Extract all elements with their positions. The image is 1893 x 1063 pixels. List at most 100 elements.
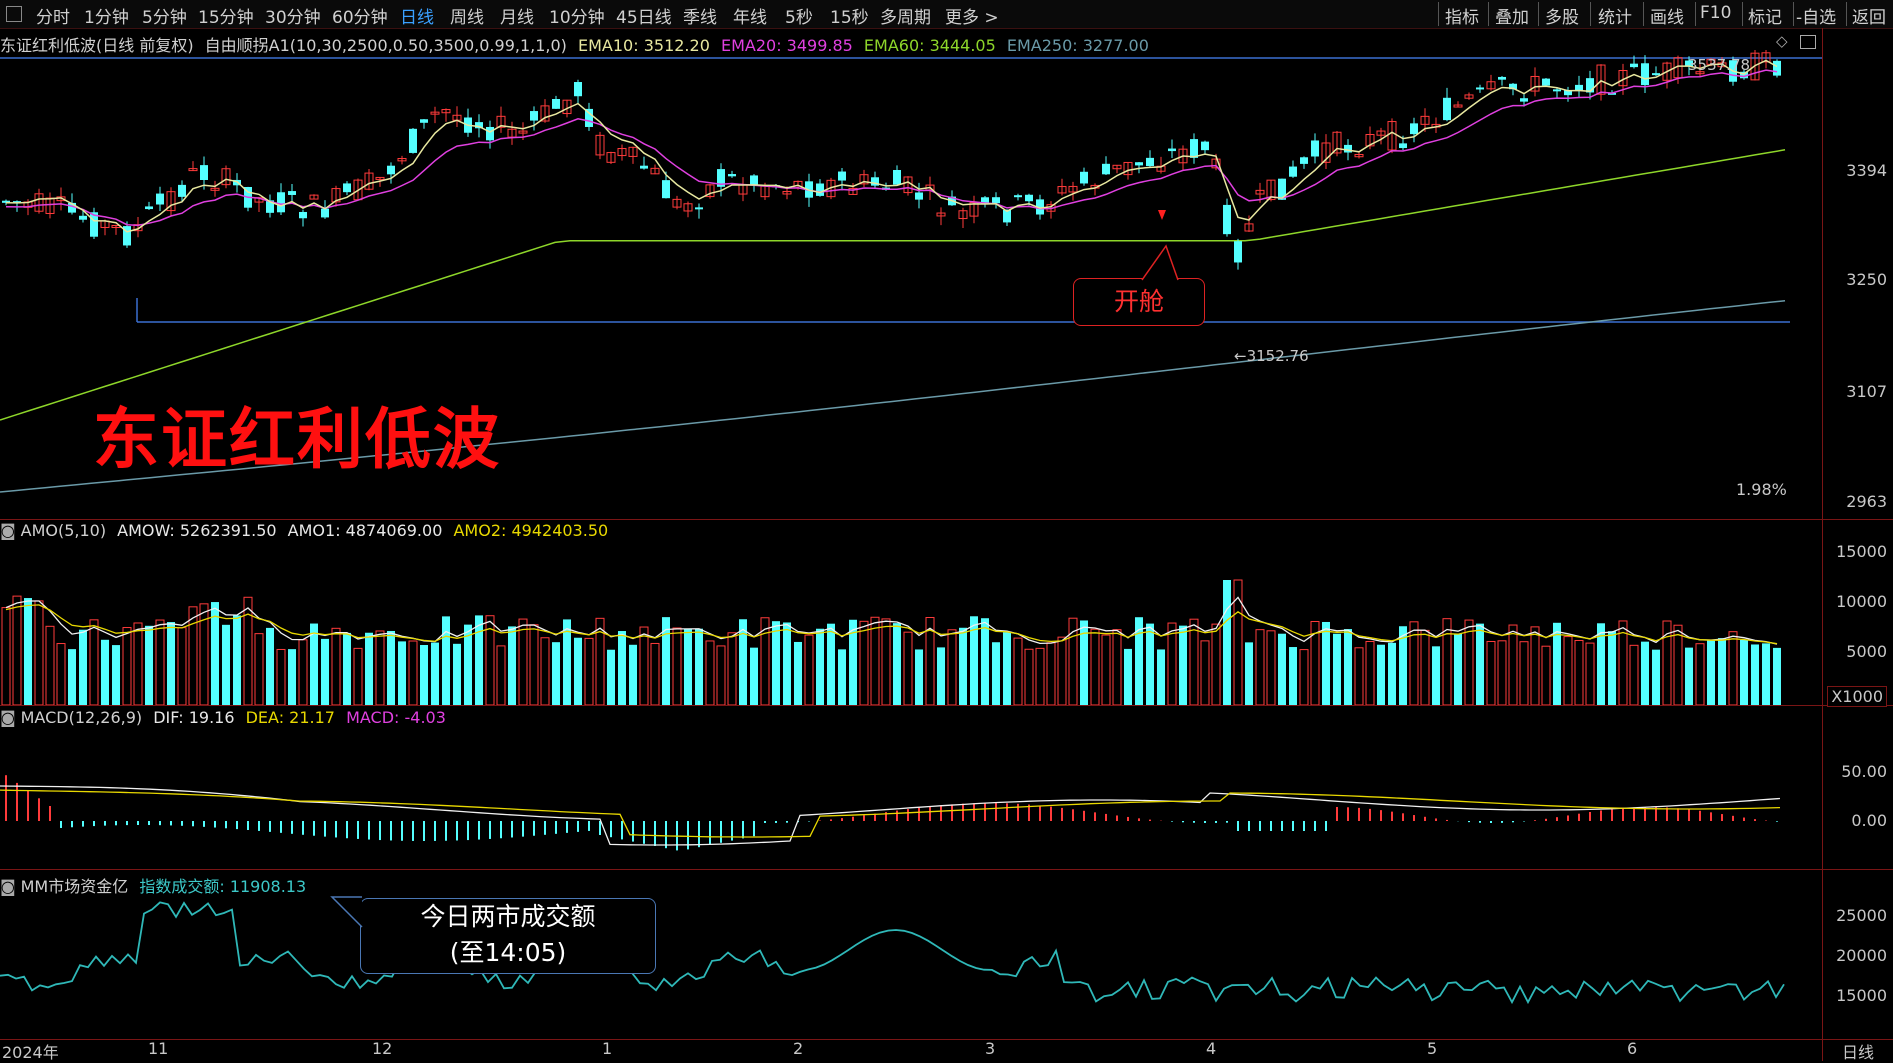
- candle-down: [1641, 63, 1649, 86]
- volume-bar-up: [1354, 647, 1364, 705]
- volume-bar-down: [442, 616, 450, 705]
- macd-chart[interactable]: [0, 726, 1822, 869]
- tool-multi-stock[interactable]: 多股: [1545, 3, 1579, 28]
- macd-title[interactable]: MACD(12,26,9): [21, 708, 143, 727]
- tab-30min[interactable]: 30分钟: [265, 3, 321, 28]
- dif-line: [0, 785, 1781, 846]
- tool-back[interactable]: 返回: [1852, 3, 1886, 28]
- tool-stats[interactable]: 统计: [1598, 3, 1632, 28]
- menu-icon[interactable]: [6, 6, 22, 22]
- volume-bar-down: [1608, 631, 1616, 705]
- separator: [1742, 2, 1743, 26]
- right-axis-border: [1822, 28, 1823, 1061]
- tab-1min[interactable]: 1分钟: [84, 3, 129, 28]
- pane-separator-macd: [0, 705, 1893, 706]
- macd-legend: ◙ MACD(12,26,9) DIF: 19.16 DEA: 21.17 MA…: [0, 708, 446, 727]
- y-tick-3107: 3107: [1846, 382, 1887, 401]
- turnover-callout-line2: (至14:05): [449, 938, 567, 967]
- tab-10min[interactable]: 10分钟: [549, 3, 605, 28]
- turnover-line: [0, 901, 1785, 1005]
- candle-down: [816, 183, 824, 196]
- tool-mark[interactable]: 标记: [1748, 3, 1782, 28]
- volume-bar-up: [1695, 643, 1705, 705]
- volume-bar-up: [12, 595, 22, 705]
- volume-bar-up: [1200, 640, 1210, 705]
- volume-bar-down: [387, 630, 395, 705]
- volume-bar-down: [772, 621, 780, 705]
- candle-down: [1476, 87, 1484, 90]
- volume-bar-down: [1432, 646, 1440, 705]
- amo-tick-10000: 10000: [1836, 592, 1887, 611]
- pane-separator-amo: [0, 519, 1893, 520]
- tab-daily[interactable]: 日线: [400, 3, 434, 28]
- tab-15sec[interactable]: 15秒: [830, 3, 869, 28]
- tab-60min[interactable]: 60分钟: [332, 3, 388, 28]
- turnover-callout: 今日两市成交额 (至14:05): [360, 898, 656, 974]
- volume-bar-down: [1652, 649, 1660, 705]
- diamond-icon[interactable]: ◇: [1776, 32, 1788, 50]
- volume-bar-down: [365, 632, 373, 705]
- volume-bar-up: [804, 634, 814, 705]
- volume-bar-up: [1101, 634, 1111, 705]
- amo-title[interactable]: AMO(5,10): [21, 521, 106, 540]
- volume-bar-down: [827, 623, 835, 705]
- ema60-line: [0, 149, 1786, 421]
- tab-more[interactable]: 更多 >: [945, 3, 999, 28]
- collapse-icon[interactable]: ◙: [0, 521, 16, 540]
- volume-bar-up: [1233, 579, 1243, 705]
- tab-5sec[interactable]: 5秒: [785, 3, 813, 28]
- tab-monthly[interactable]: 月线: [500, 3, 534, 28]
- candle-down: [200, 165, 208, 180]
- pct-label: 1.98%: [1736, 480, 1787, 499]
- candle-down: [1630, 63, 1638, 68]
- volume-bar-down: [684, 628, 692, 705]
- volume-bar-up: [672, 627, 682, 705]
- period-label[interactable]: 日线: [1842, 1039, 1874, 1063]
- candle-down: [552, 99, 560, 109]
- separator: [1438, 2, 1439, 26]
- turnover-chart[interactable]: [0, 890, 1822, 1039]
- tool-f10[interactable]: F10: [1700, 3, 1731, 23]
- volume-bar-down: [1245, 642, 1253, 705]
- volume-bar-down: [233, 615, 241, 705]
- candle-down: [1146, 157, 1154, 167]
- x-label-3: 3: [985, 1039, 996, 1058]
- tab-5min[interactable]: 5分钟: [142, 3, 187, 28]
- volume-bar-down: [1179, 625, 1187, 705]
- amo-unit: X1000: [1827, 686, 1887, 707]
- candle-down: [1014, 195, 1022, 198]
- candle-down: [1773, 60, 1781, 76]
- turnover-callout-line1: 今日两市成交额: [420, 902, 596, 931]
- volume-chart[interactable]: [0, 540, 1822, 705]
- volume-bar-down: [1333, 633, 1341, 705]
- tab-45day[interactable]: 45日线: [616, 3, 672, 28]
- entry-arrow-icon: [1158, 210, 1166, 220]
- y-tick-3394: 3394: [1846, 161, 1887, 180]
- collapse-icon[interactable]: ◙: [0, 708, 16, 727]
- tab-weekly[interactable]: 周线: [450, 3, 484, 28]
- tool-watchlist[interactable]: -自选: [1796, 3, 1836, 28]
- entry-callout: 开舱: [1073, 278, 1205, 326]
- panel-toggle-icon[interactable]: [1800, 35, 1816, 49]
- volume-bar-up: [177, 627, 187, 705]
- amo2-value: AMO2: 4942403.50: [453, 521, 609, 540]
- volume-bar-down: [475, 615, 483, 705]
- tab-multi-period[interactable]: 多周期: [880, 3, 931, 28]
- dif-value: DIF: 19.16: [153, 708, 235, 727]
- mm-tick-20000: 20000: [1836, 946, 1887, 965]
- candle-down: [1410, 123, 1418, 135]
- index-watermark: 东证红利低波: [93, 401, 501, 478]
- low-price-value: 3152.76: [1246, 347, 1309, 365]
- volume-bar-down: [101, 639, 109, 705]
- tab-yearly[interactable]: 年线: [733, 3, 767, 28]
- tool-indicator[interactable]: 指标: [1445, 3, 1479, 28]
- volume-bar-down: [607, 649, 615, 705]
- tool-overlay[interactable]: 叠加: [1495, 3, 1529, 28]
- tab-15min[interactable]: 15分钟: [198, 3, 254, 28]
- tab-quarterly[interactable]: 季线: [683, 3, 717, 28]
- tool-draw[interactable]: 画线: [1650, 3, 1684, 28]
- volume-bar-up: [1, 607, 11, 705]
- candle-down: [343, 183, 351, 193]
- volume-bar-up: [518, 618, 528, 705]
- tab-fenshi[interactable]: 分时: [36, 3, 70, 28]
